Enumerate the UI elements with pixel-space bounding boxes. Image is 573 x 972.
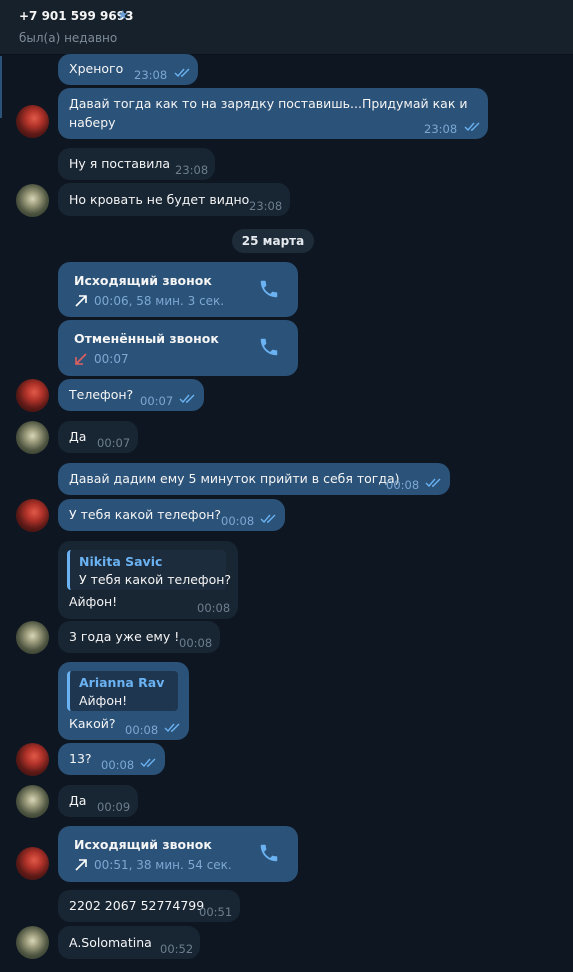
double-check-icon bbox=[174, 68, 192, 78]
message-text: 2202 2067 52774799 bbox=[69, 898, 205, 913]
double-check-icon bbox=[140, 758, 158, 768]
message-time: 00:08 bbox=[197, 601, 231, 615]
phone-icon[interactable] bbox=[258, 842, 280, 864]
reply-message-bubble-incoming[interactable]: Nikita Savic У тебя какой телефон? Айфон… bbox=[58, 541, 238, 619]
avatar[interactable] bbox=[16, 499, 49, 532]
message-text: Айфон! bbox=[69, 594, 118, 609]
message-text: Да bbox=[69, 429, 87, 444]
outgoing-arrow-icon bbox=[74, 294, 88, 308]
message-time: 00:08 bbox=[386, 478, 420, 492]
message-bubble-incoming[interactable]: Да 00:09 bbox=[58, 785, 138, 817]
message-text: Давай дадим ему 5 минуток прийти в себя … bbox=[69, 471, 400, 486]
avatar[interactable] bbox=[16, 743, 49, 776]
message-bubble-incoming[interactable]: Да 00:07 bbox=[58, 421, 138, 453]
message-time: 00:08 bbox=[125, 723, 159, 737]
message-time: 00:08 bbox=[179, 636, 213, 650]
call-bubble[interactable]: Исходящий звонок 00:06, 58 мин. 3 сек. bbox=[58, 262, 298, 317]
message-bubble-incoming[interactable]: A.Solomatina 00:52 bbox=[58, 926, 200, 959]
chat-status: был(а) недавно bbox=[19, 31, 118, 45]
double-check-icon bbox=[425, 478, 443, 488]
reply-quote[interactable]: Arianna Rav Айфон! bbox=[67, 671, 178, 711]
message-text: 3 года уже ему ! bbox=[69, 629, 180, 644]
message-time: 00:51 bbox=[199, 905, 233, 919]
message-time: 00:08 bbox=[101, 758, 135, 772]
call-title: Исходящий звонок bbox=[74, 837, 212, 852]
message-time: 23:08 bbox=[424, 122, 458, 136]
message-bubble-incoming[interactable]: Ну я поставила 23:08 bbox=[58, 148, 215, 180]
missed-call-arrow-icon bbox=[74, 352, 88, 366]
message-bubble-incoming[interactable]: 2202 2067 52774799 00:51 bbox=[58, 890, 240, 922]
avatar[interactable] bbox=[16, 421, 49, 454]
reply-author: Nikita Savic bbox=[79, 554, 163, 569]
message-text: Но кровать не будет видно bbox=[69, 192, 250, 207]
message-text: 13? bbox=[69, 751, 92, 766]
call-title: Исходящий звонок bbox=[74, 273, 212, 288]
reply-text: У тебя какой телефон? bbox=[79, 572, 232, 587]
message-time: 23:08 bbox=[249, 199, 283, 213]
message-time: 00:07 bbox=[97, 436, 131, 450]
message-time: 00:09 bbox=[97, 800, 131, 814]
message-bubble-outgoing[interactable]: Давай дадим ему 5 минуток прийти в себя … bbox=[58, 463, 450, 495]
phone-icon[interactable] bbox=[258, 336, 280, 358]
call-title: Отменённый звонок bbox=[74, 331, 219, 346]
reply-message-bubble-outgoing[interactable]: Arianna Rav Айфон! Какой? 00:08 bbox=[58, 662, 189, 740]
message-text-line2: наберу bbox=[69, 115, 116, 130]
reply-text: Айфон! bbox=[79, 693, 128, 708]
avatar[interactable] bbox=[16, 926, 49, 959]
message-text: Давай тогда как то на зарядку поставишь.… bbox=[69, 96, 468, 111]
message-bubble-outgoing[interactable]: У тебя какой телефон? 00:08 bbox=[58, 499, 285, 531]
message-text: Хреного bbox=[69, 61, 124, 76]
message-text: Какой? bbox=[69, 716, 116, 731]
call-bubble[interactable]: Отменённый звонок 00:07 bbox=[58, 320, 298, 376]
message-time: 00:07 bbox=[140, 394, 174, 408]
scroll-indicator bbox=[0, 56, 2, 118]
call-info: 00:51, 38 мин. 54 сек. bbox=[94, 858, 232, 872]
double-check-icon bbox=[464, 122, 482, 132]
message-time: 23:08 bbox=[175, 163, 209, 177]
message-bubble-outgoing[interactable]: Давай тогда как то на зарядку поставишь.… bbox=[58, 88, 488, 139]
message-bubble-incoming[interactable]: Но кровать не будет видно 23:08 bbox=[58, 183, 290, 216]
reply-author: Arianna Rav bbox=[79, 675, 165, 690]
message-text: Ну я поставила bbox=[69, 156, 171, 171]
message-bubble-outgoing[interactable]: Телефон? 00:07 bbox=[58, 379, 204, 411]
phone-icon[interactable] bbox=[258, 278, 280, 300]
avatar[interactable] bbox=[16, 105, 49, 138]
reply-quote[interactable]: Nikita Savic У тебя какой телефон? bbox=[67, 550, 231, 590]
double-check-icon bbox=[179, 394, 197, 404]
avatar[interactable] bbox=[16, 379, 49, 412]
avatar[interactable] bbox=[16, 621, 49, 654]
message-text: У тебя какой телефон? bbox=[69, 507, 222, 522]
double-check-icon bbox=[164, 723, 182, 733]
message-bubble-incoming[interactable]: 3 года уже ему ! 00:08 bbox=[58, 621, 220, 653]
chat-header: +7 901 599 9693 ★ был(а) недавно bbox=[0, 0, 573, 55]
message-bubble-outgoing[interactable]: Хреного 23:08 bbox=[58, 54, 198, 85]
call-info: 00:06, 58 мин. 3 сек. bbox=[94, 294, 225, 308]
date-separator: 25 марта bbox=[232, 229, 314, 253]
message-time: 00:08 bbox=[221, 514, 255, 528]
message-time: 00:52 bbox=[160, 942, 194, 956]
avatar[interactable] bbox=[16, 184, 49, 217]
message-time: 23:08 bbox=[134, 68, 168, 82]
double-check-icon bbox=[260, 514, 278, 524]
message-text: Телефон? bbox=[69, 387, 134, 402]
message-text: A.Solomatina bbox=[69, 935, 152, 950]
call-bubble[interactable]: Исходящий звонок 00:51, 38 мин. 54 сек. bbox=[58, 826, 298, 882]
avatar[interactable] bbox=[16, 847, 49, 880]
message-bubble-outgoing[interactable]: 13? 00:08 bbox=[58, 743, 165, 775]
avatar[interactable] bbox=[16, 785, 49, 818]
call-info: 00:07 bbox=[94, 352, 129, 366]
message-text: Да bbox=[69, 793, 87, 808]
star-icon: ★ bbox=[117, 8, 129, 23]
outgoing-arrow-icon bbox=[74, 858, 88, 872]
